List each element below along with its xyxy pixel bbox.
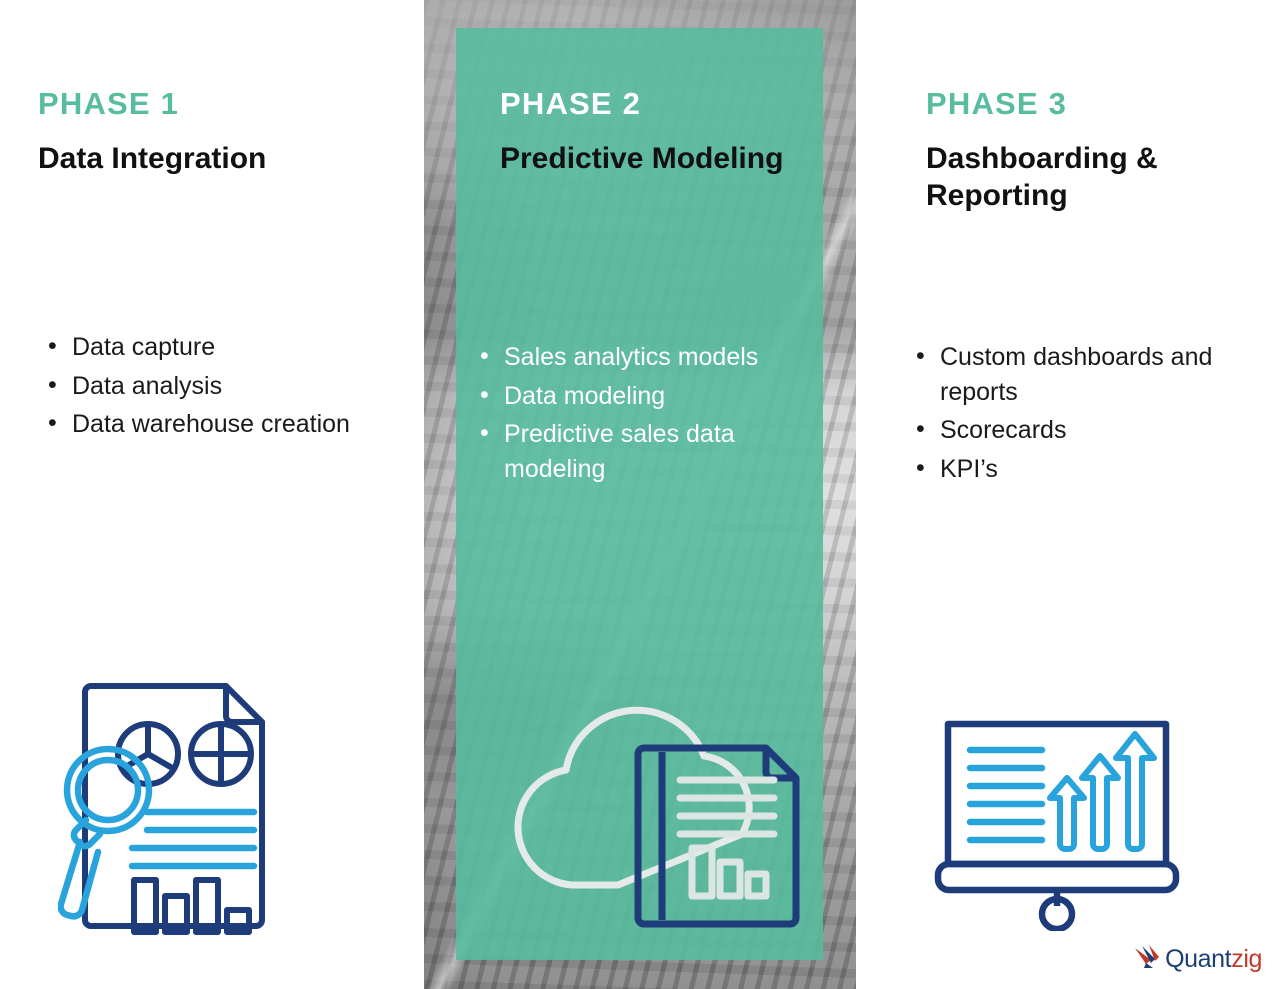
list-item: Scorecards [906,412,1236,448]
phase-2-title: Predictive Modeling [500,142,784,175]
list-item: Data warehouse creation [38,406,350,442]
phase-1-bullet-list: Data capture Data analysis Data warehous… [38,329,350,446]
logo-text-quant: Quantzig [1165,947,1262,972]
list-item: Sales analytics models [470,339,800,375]
phase-column-3: PHASE 3 Dashboarding & Reporting Custom … [856,0,1280,989]
logo-part-zig: zig [1231,945,1262,973]
phase-1-title: Data Integration [38,142,267,175]
list-item: KPI’s [906,451,1236,487]
phase-column-2: PHASE 2 Predictive Modeling Sales analyt… [456,0,823,989]
phase-column-1: PHASE 1 Data Integration Data capture Da… [0,0,424,989]
phase-1-heading-block: PHASE 1 Data Integration [38,88,266,178]
phase-2-heading-block: PHASE 2 Predictive Modeling [500,88,783,178]
document-analysis-icon [57,672,308,937]
list-item: Data modeling [470,378,800,414]
list-item: Data analysis [38,368,350,404]
phase-3-heading-block: PHASE 3 Dashboarding & Reporting [926,88,1216,214]
phase-2-label: PHASE 2 [500,86,642,121]
phase-3-bullet-list: Custom dashboards and reports Scorecards… [906,339,1236,490]
list-item: Predictive sales data modeling [470,416,800,486]
list-item: Custom dashboards and reports [906,339,1236,409]
phase-3-title: Dashboarding & Reporting [926,142,1158,212]
quantzig-arrow-mark [1133,944,1163,975]
phase-1-label: PHASE 1 [38,86,180,121]
phase-3-label: PHASE 3 [926,86,1068,121]
presentation-chart-icon [932,716,1182,933]
phase-2-bullet-list: Sales analytics models Data modeling Pre… [470,339,800,490]
logo-part-quant: Quant [1165,945,1232,973]
cloud-document-icon [468,670,808,935]
quantzig-logo: Quantzig [1133,944,1262,975]
list-item: Data capture [38,329,350,365]
